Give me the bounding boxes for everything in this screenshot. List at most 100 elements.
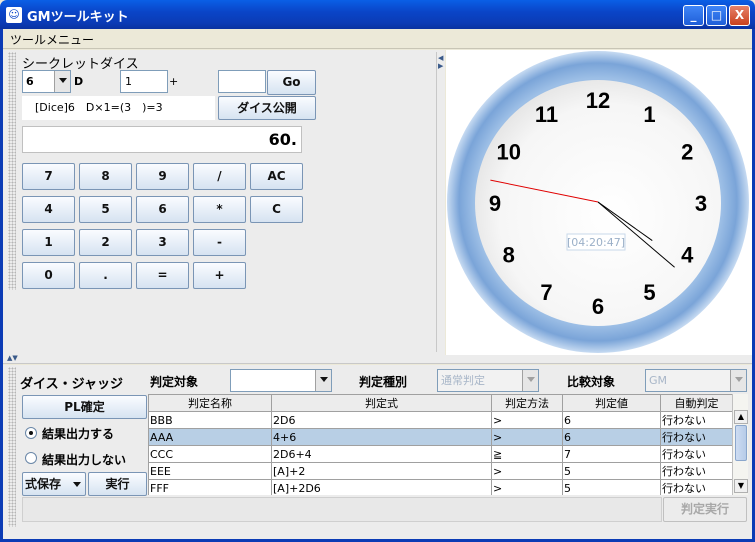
table-cell[interactable]: 行わない <box>660 445 732 463</box>
dice-modifier-input[interactable] <box>218 70 266 93</box>
table-cell[interactable]: BBB <box>148 411 272 429</box>
calc-key-button[interactable]: C <box>250 196 303 223</box>
table-cell[interactable]: 行わない <box>660 462 732 480</box>
calc-key-button[interactable]: * <box>193 196 246 223</box>
maximize-button[interactable]: □ <box>706 5 727 26</box>
run-button[interactable]: 実行 <box>88 472 147 496</box>
judge-target-select[interactable] <box>230 369 332 392</box>
table-cell[interactable]: EEE <box>148 462 272 480</box>
column-header[interactable]: 判定名称 <box>148 394 272 412</box>
table-cell[interactable]: 2D6+4 <box>271 445 492 463</box>
table-cell[interactable]: 5 <box>562 479 661 495</box>
clock-number: 10 <box>497 140 521 165</box>
analog-clock: 121234567891011 [04:20:47] <box>447 51 749 353</box>
table-cell[interactable]: 5 <box>562 462 661 480</box>
table-row[interactable]: FFF [A]+2D6 >5 行わない <box>148 479 732 495</box>
table-cell[interactable]: 2D6 <box>271 411 492 429</box>
drag-grip[interactable] <box>8 52 16 290</box>
clock-number: 5 <box>643 280 655 305</box>
close-icon: X <box>734 8 745 22</box>
table-cell[interactable]: 7 <box>562 445 661 463</box>
calc-key-button[interactable]: 1 <box>22 229 75 256</box>
table-cell[interactable]: FFF <box>148 479 272 495</box>
column-header[interactable]: 判定式 <box>271 394 492 412</box>
table-cell[interactable]: [A]+2D6 <box>271 479 492 495</box>
chevron-down-icon <box>522 370 538 391</box>
calc-key-button[interactable]: 9 <box>136 163 189 190</box>
table-cell[interactable]: CCC <box>148 445 272 463</box>
calc-key-button[interactable]: + <box>193 262 246 289</box>
close-button[interactable]: X <box>729 5 750 26</box>
clock-number: 1 <box>643 102 655 127</box>
calc-key-button[interactable]: 5 <box>79 196 132 223</box>
clock-face <box>475 80 721 326</box>
table-row[interactable]: AAA 4+6 >6 行わない <box>148 428 732 446</box>
minimize-button[interactable]: _ <box>683 5 704 26</box>
calc-key-button[interactable]: 0 <box>22 262 75 289</box>
chevron-down-icon <box>315 370 331 391</box>
calc-key-button[interactable]: AC <box>250 163 303 190</box>
table-cell[interactable]: ≧ <box>491 445 563 463</box>
go-button[interactable]: Go <box>267 70 316 95</box>
table-cell[interactable]: > <box>491 462 563 480</box>
pl-confirm-button[interactable]: PL確定 <box>22 395 147 419</box>
save-expression-label: 式保存 <box>25 477 62 491</box>
calc-key-button[interactable]: / <box>193 163 246 190</box>
menu-bar: ツールメニュー <box>3 29 752 49</box>
table-cell[interactable]: 6 <box>562 428 661 446</box>
calc-key-button[interactable]: 8 <box>79 163 132 190</box>
execute-judge-button[interactable]: 判定実行 <box>663 497 747 522</box>
judge-table-viewport: 判定名称 判定式 判定方法 判定値 自動判定 BBB 2D6 >6 行わない AAA 4+6 >6 行… <box>148 394 732 495</box>
clock-number: 7 <box>540 280 552 305</box>
dice-count-input[interactable]: 1 <box>120 70 168 93</box>
drag-grip[interactable] <box>8 367 16 527</box>
dice-result-text: [Dice]6 D×1=(3 )=3 <box>22 96 215 120</box>
table-header-row: 判定名称 判定式 判定方法 判定値 自動判定 <box>148 394 732 412</box>
publish-dice-button[interactable]: ダイス公開 <box>218 96 316 120</box>
table-scrollbar[interactable]: ▲ ▼ <box>732 394 748 495</box>
table-cell[interactable]: > <box>491 428 563 446</box>
calc-key-button[interactable]: 7 <box>22 163 75 190</box>
calc-key-button[interactable]: 4 <box>22 196 75 223</box>
output-off-label: 結果出力しない <box>42 453 127 467</box>
table-cell[interactable]: AAA <box>148 428 272 446</box>
calculator-display: 60. <box>22 126 302 153</box>
output-off-radio[interactable] <box>25 452 37 464</box>
judge-type-select[interactable]: 通常判定 <box>437 369 539 392</box>
compare-target-select[interactable]: GM <box>645 369 747 392</box>
table-cell[interactable]: [A]+2 <box>271 462 492 480</box>
judge-target-label: 判定対象 <box>150 375 199 389</box>
clock-number: 12 <box>586 88 610 113</box>
tool-menu[interactable]: ツールメニュー <box>10 31 94 48</box>
calc-key-button[interactable]: . <box>79 262 132 289</box>
table-cell[interactable]: 行わない <box>660 479 732 495</box>
save-expression-button[interactable]: 式保存 <box>22 472 86 496</box>
table-row[interactable]: EEE [A]+2 >5 行わない <box>148 462 732 480</box>
column-header[interactable]: 判定方法 <box>491 394 563 412</box>
scroll-thumb[interactable] <box>735 425 747 461</box>
vertical-splitter[interactable]: ◀ ▶ <box>436 52 444 352</box>
output-on-radio[interactable] <box>25 427 37 439</box>
column-header[interactable]: 判定値 <box>562 394 661 412</box>
clock-number: 3 <box>695 191 707 216</box>
clock-number: 11 <box>535 102 558 127</box>
table-cell[interactable]: > <box>491 411 563 429</box>
calc-key-button[interactable]: - <box>193 229 246 256</box>
calc-key-button[interactable]: = <box>136 262 189 289</box>
scroll-down-icon[interactable]: ▼ <box>734 479 748 493</box>
calc-key-button[interactable]: 2 <box>79 229 132 256</box>
table-cell[interactable]: 6 <box>562 411 661 429</box>
table-row[interactable]: BBB 2D6 >6 行わない <box>148 411 732 429</box>
table-cell[interactable]: 4+6 <box>271 428 492 446</box>
table-cell[interactable]: 行わない <box>660 428 732 446</box>
scroll-up-icon[interactable]: ▲ <box>734 410 748 424</box>
table-cell[interactable]: 行わない <box>660 411 732 429</box>
table-row[interactable]: CCC 2D6+4 ≧ 7 行わない <box>148 445 732 463</box>
calc-key-button[interactable]: 3 <box>136 229 189 256</box>
column-header[interactable]: 自動判定 <box>660 394 732 412</box>
calc-key-button[interactable]: 6 <box>136 196 189 223</box>
table-cell[interactable]: > <box>491 479 563 495</box>
horizontal-splitter[interactable]: ▲▼ <box>3 355 752 364</box>
dice-sides-select[interactable]: 6 <box>22 70 71 93</box>
cat-icon[interactable]: ☺ <box>6 7 22 23</box>
